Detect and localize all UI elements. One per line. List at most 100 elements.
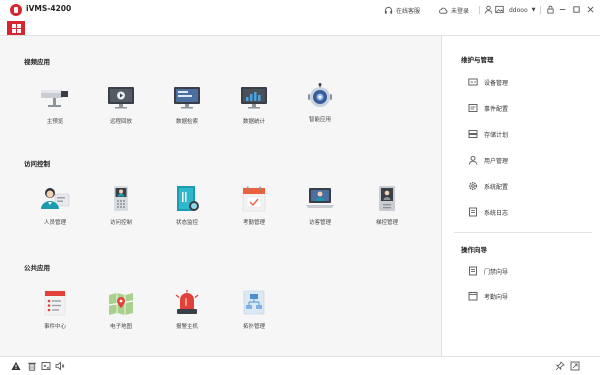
side-title-wizard: 操作向导 (461, 246, 487, 254)
pin-icon[interactable] (555, 361, 565, 371)
side-item-system-log[interactable]: 系统日志 (468, 206, 508, 218)
app-label: 拓扑管理 (242, 324, 265, 330)
side-item-event-config[interactable]: 事件配置 (468, 102, 508, 114)
maximize-icon (572, 5, 580, 13)
app-alarm-host[interactable]: 报警主机 (157, 289, 217, 337)
map-icon (108, 293, 134, 315)
lock-icon[interactable] (546, 5, 555, 14)
main-panel: 视频应用 主预览 远程回放 数据检索 数据统计 智能应用 访问控制 人员管理 访… (0, 36, 441, 356)
side-item-label: 系统配置 (484, 183, 509, 191)
section-title-common: 公共应用 (24, 264, 50, 272)
speaker-icon[interactable] (55, 361, 65, 371)
cloud-icon (439, 7, 448, 14)
headset-icon (384, 6, 393, 14)
app-label: 数据统计 (242, 119, 265, 125)
warning-icon[interactable] (11, 361, 21, 371)
toolbar (0, 20, 600, 36)
title-bar: iVMS-4200 在线客服 未登录 ddooo ▼ (0, 0, 600, 20)
side-item-label: 门禁向导 (484, 268, 509, 276)
event-list-icon (44, 290, 66, 316)
topology-icon (243, 290, 265, 315)
app-event-center[interactable]: 事件中心 (25, 289, 85, 337)
side-item-device-management[interactable]: 设备管理 (468, 76, 508, 88)
login-status-button[interactable]: 未登录 (439, 4, 469, 16)
app-data-search[interactable]: 数据检索 (157, 84, 217, 132)
side-panel: 维护与管理 设备管理 事件配置 存储计划 用户管理 系统配置 系统日志 操作向导… (441, 36, 600, 356)
side-item-system-config[interactable]: 系统配置 (468, 180, 508, 192)
app-access-control[interactable]: 访问控制 (91, 185, 151, 233)
storage-icon (468, 130, 478, 138)
app-remote-playback[interactable]: 远程回放 (91, 84, 151, 132)
expand-icon[interactable] (570, 361, 580, 371)
app-e-map[interactable]: 电子地图 (91, 289, 151, 337)
app-label: 状态监控 (175, 220, 198, 226)
elevator-terminal-icon (379, 186, 395, 211)
device-icon (468, 78, 478, 86)
door-status-icon (177, 186, 199, 211)
visitor-laptop-icon (306, 188, 334, 208)
side-item-label: 存储计划 (484, 131, 509, 139)
statistics-monitor-icon (241, 87, 267, 109)
side-item-user-management[interactable]: 用户管理 (468, 154, 508, 166)
app-main-preview[interactable]: 主预览 (25, 84, 85, 132)
section-title-video: 视频应用 (24, 58, 50, 66)
app-label: 远程回放 (109, 119, 132, 125)
surveillance-camera-icon (41, 90, 68, 107)
side-item-label: 用户管理 (484, 157, 509, 165)
log-icon (469, 207, 477, 217)
app-label: 电子地图 (109, 324, 132, 330)
side-item-label: 系统日志 (484, 209, 509, 217)
app-label: 主预览 (46, 119, 64, 125)
app-label: 访客管理 (308, 220, 331, 226)
picture-icon[interactable] (495, 5, 504, 14)
trash-icon[interactable] (27, 361, 37, 371)
app-logo-icon (10, 4, 22, 16)
maximize-button[interactable] (571, 4, 581, 14)
side-item-attendance-guide[interactable]: 考勤向导 (468, 290, 508, 302)
side-item-storage-plan[interactable]: 存储计划 (468, 128, 508, 140)
app-person-management[interactable]: 人员管理 (25, 185, 85, 233)
minimize-button[interactable] (557, 4, 567, 14)
online-service-label: 在线客服 (396, 7, 421, 15)
grid-icon (11, 23, 21, 33)
online-service-button[interactable]: 在线客服 (384, 4, 420, 16)
playback-monitor-icon (108, 87, 134, 109)
side-title-maintenance: 维护与管理 (461, 56, 494, 64)
access-terminal-icon (114, 186, 128, 211)
attendance-calendar-icon (242, 186, 266, 212)
app-label: 人员管理 (43, 220, 66, 226)
side-item-access-guide[interactable]: 门禁向导 (468, 265, 508, 277)
attendance-guide-icon (468, 291, 478, 301)
login-status-label: 未登录 (451, 7, 470, 15)
close-button[interactable] (585, 4, 595, 14)
app-topology-management[interactable]: 拓扑管理 (224, 289, 284, 337)
robot-icon (308, 83, 332, 107)
settings-icon (469, 182, 477, 190)
minimize-icon (559, 8, 565, 10)
guide-icon (469, 266, 477, 276)
app-visitor-management[interactable]: 访客管理 (290, 185, 350, 233)
app-label: 访问控制 (109, 220, 132, 226)
app-label: 报警主机 (175, 324, 198, 330)
app-elevator-control[interactable]: 梯控管理 (357, 185, 417, 233)
app-status-monitor[interactable]: 状态监控 (157, 185, 217, 233)
home-menu-button[interactable] (7, 21, 25, 35)
username-label: ddooo (509, 6, 528, 14)
app-title: iVMS-4200 (26, 4, 72, 13)
side-item-label: 考勤向导 (484, 293, 509, 301)
status-bar (0, 356, 600, 375)
titlebar-separator (479, 6, 480, 14)
app-attendance-management[interactable]: 考勤管理 (224, 185, 284, 233)
username-dropdown[interactable]: ddooo ▼ (509, 4, 536, 16)
person-card-icon (41, 188, 70, 209)
side-item-label: 事件配置 (484, 105, 509, 113)
close-icon (586, 5, 594, 13)
alarm-siren-icon (175, 290, 199, 314)
section-title-access-control: 访问控制 (24, 160, 50, 168)
app-smart-application[interactable]: 智能应用 (290, 82, 350, 130)
screenshot-icon[interactable] (41, 361, 51, 371)
user-account-icon[interactable] (484, 5, 493, 14)
user-icon (468, 155, 478, 165)
search-monitor-icon (174, 87, 200, 109)
app-data-statistics[interactable]: 数据统计 (224, 84, 284, 132)
